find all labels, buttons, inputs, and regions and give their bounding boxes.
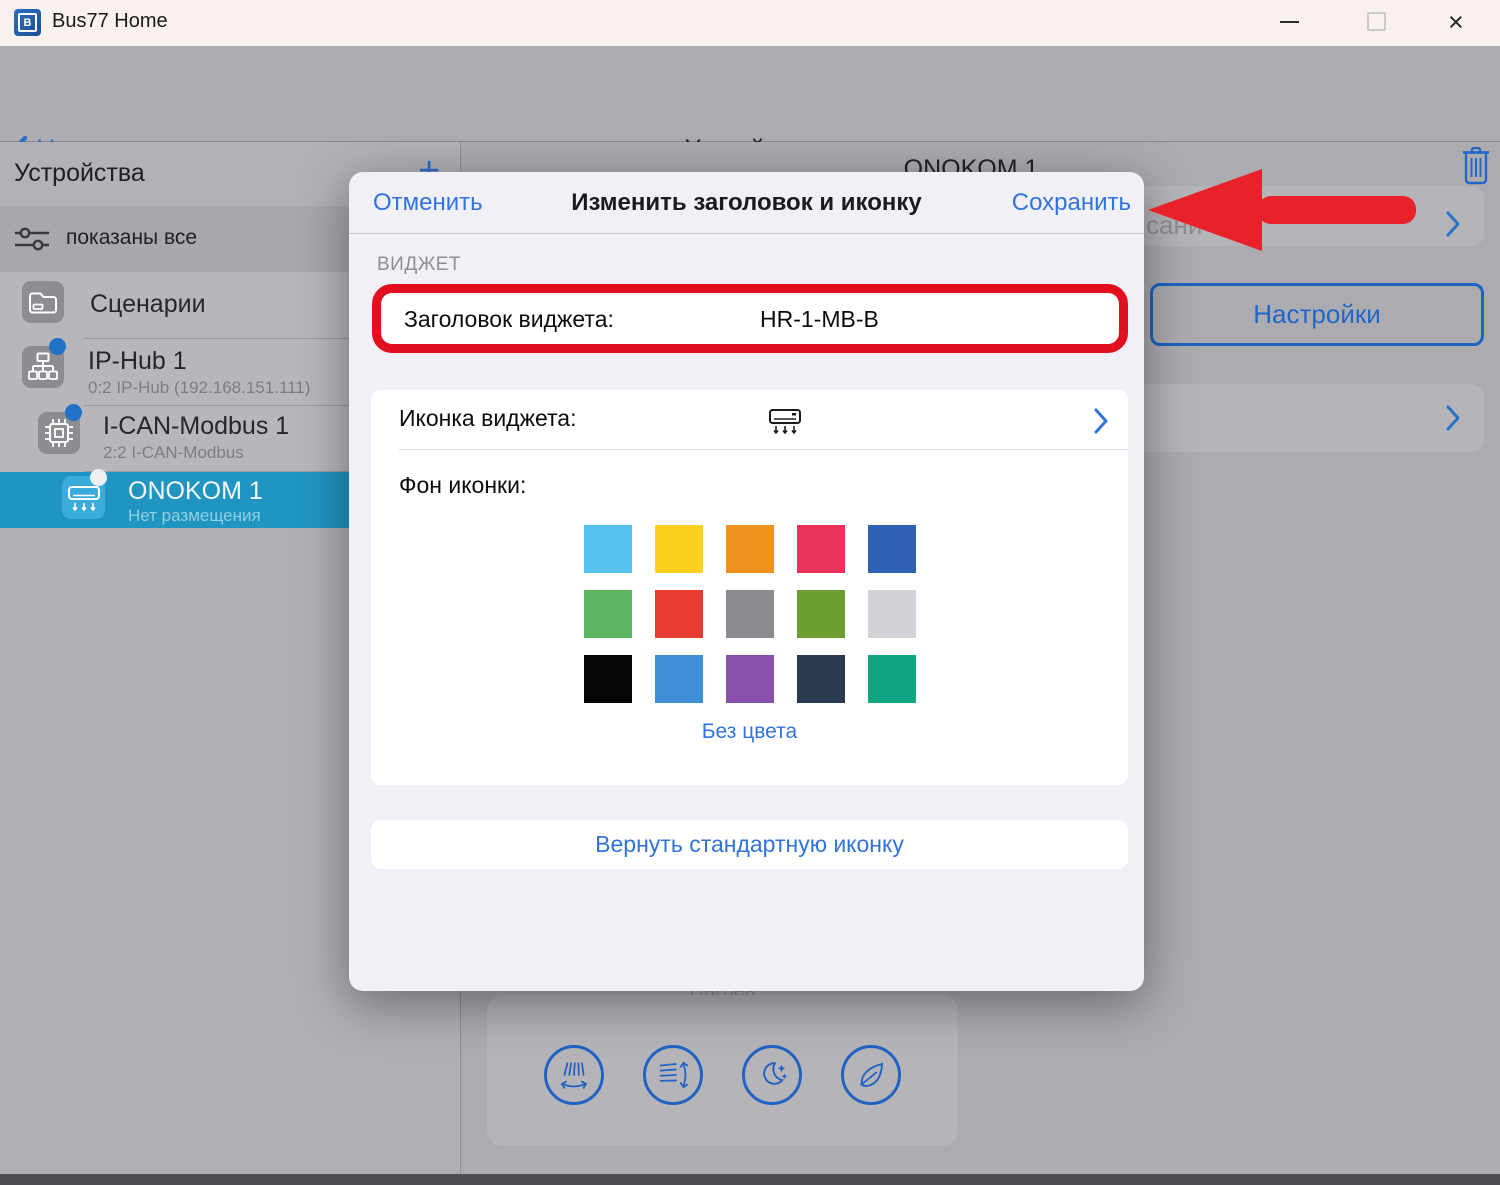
row-divider <box>399 449 1128 450</box>
window-minimize-button[interactable] <box>1280 21 1299 23</box>
status-badge <box>65 404 82 421</box>
color-swatch[interactable] <box>726 590 774 638</box>
icon-settings-group: Иконка виджета: Фон иконки: <box>371 390 1128 785</box>
window-maximize-button[interactable] <box>1367 12 1386 31</box>
color-swatch[interactable] <box>868 525 916 573</box>
nav-bar: Назад Устройства <box>0 46 1500 142</box>
color-swatch[interactable] <box>584 525 632 573</box>
section-label: ВИДЖЕТ <box>377 254 461 276</box>
item-subtitle: 0:2 IP-Hub (192.168.151.111) <box>88 378 310 398</box>
color-swatch[interactable] <box>655 525 703 573</box>
widget-icon-label: Иконка виджета: <box>399 405 576 432</box>
dialog-header: Отменить Изменить заголовок и иконку Сох… <box>349 172 1144 234</box>
item-title: IP-Hub 1 <box>88 347 187 376</box>
chevron-right-icon <box>1446 405 1461 431</box>
folder-icon <box>22 281 64 323</box>
color-swatch[interactable] <box>868 590 916 638</box>
no-color-link[interactable]: Без цвета <box>371 720 1128 744</box>
item-title: I-CAN-Modbus 1 <box>103 412 289 441</box>
app-logo-icon: B <box>14 9 41 36</box>
item-title: ONOKOM 1 <box>128 477 263 506</box>
color-swatch[interactable] <box>584 655 632 703</box>
icon-bg-label: Фон иконки: <box>399 472 526 499</box>
item-subtitle: Нет размещения <box>128 506 261 526</box>
mode-buttons <box>487 1045 958 1105</box>
filter-label: показаны все <box>66 226 197 250</box>
app-window: B Bus77 Home × Назад Устройства Устройст… <box>0 0 1500 1185</box>
bottom-edge-bar <box>0 1174 1500 1185</box>
eco-mode-icon[interactable] <box>841 1045 901 1105</box>
color-swatch[interactable] <box>726 655 774 703</box>
color-swatch[interactable] <box>797 655 845 703</box>
color-swatch[interactable] <box>655 655 703 703</box>
sidebar-title: Устройства <box>14 159 145 188</box>
filter-sliders-icon <box>14 225 50 253</box>
chevron-right-icon[interactable] <box>1094 408 1109 434</box>
hidden-list-row[interactable] <box>1136 384 1484 452</box>
widget-title-label: Заголовок виджета: <box>404 306 614 333</box>
status-badge <box>49 338 66 355</box>
widget-title-value[interactable]: HR-1-MB-B <box>760 306 879 333</box>
save-button[interactable]: Сохранить <box>1012 189 1131 217</box>
window-title: Bus77 Home <box>52 10 168 33</box>
color-swatch-grid <box>584 525 916 703</box>
widget-title-row[interactable]: Заголовок виджета: HR-1-MB-B <box>382 293 1118 344</box>
hidden-row-text: сани <box>1146 210 1202 241</box>
edit-widget-dialog: Отменить Изменить заголовок и иконку Сох… <box>349 172 1144 991</box>
color-swatch[interactable] <box>726 525 774 573</box>
status-badge <box>90 469 107 486</box>
reset-icon-button[interactable]: Вернуть стандартную иконку <box>371 820 1128 869</box>
color-swatch[interactable] <box>584 590 632 638</box>
swing-horizontal-icon[interactable] <box>544 1045 604 1105</box>
window-titlebar: B Bus77 Home × <box>0 0 1500 46</box>
trash-icon[interactable] <box>1460 146 1492 186</box>
color-swatch[interactable] <box>797 525 845 573</box>
air-conditioner-icon <box>767 406 803 436</box>
settings-button[interactable]: Настройки <box>1150 283 1484 346</box>
color-swatch[interactable] <box>868 655 916 703</box>
item-subtitle: 2:2 I-CAN-Modbus <box>103 443 244 463</box>
item-title: Сценарии <box>90 290 206 319</box>
sleep-mode-icon[interactable] <box>742 1045 802 1105</box>
color-swatch[interactable] <box>655 590 703 638</box>
swing-vertical-icon[interactable] <box>643 1045 703 1105</box>
color-swatch[interactable] <box>797 590 845 638</box>
window-close-button[interactable]: × <box>1448 7 1464 37</box>
chevron-right-icon <box>1446 211 1461 237</box>
